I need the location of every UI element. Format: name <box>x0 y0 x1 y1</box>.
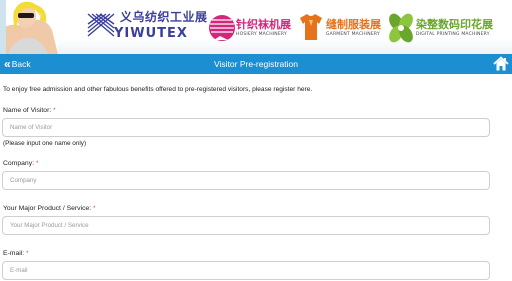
printing-expo-en: DIGITAL PRINTING MACHINERY <box>416 32 490 37</box>
company-input[interactable] <box>2 171 490 190</box>
hosiery-expo-en: HOSIERY MACHINERY <box>236 32 287 37</box>
hosiery-expo-cn: 针织袜机展 <box>236 19 291 31</box>
required-mark: * <box>93 206 96 212</box>
hosiery-sock-icon <box>209 15 235 41</box>
required-mark: * <box>35 161 39 167</box>
product-input[interactable] <box>2 216 490 235</box>
hosiery-expo-logo: 针织袜机展 HOSIERY MACHINERY <box>206 6 291 48</box>
email-input[interactable] <box>2 261 490 280</box>
header-banner: 义乌纺织工业展 YIWUTEX 针织袜机展 HOSIERY MACHINERY … <box>0 0 512 54</box>
name-hint: (Please input one name only) <box>3 140 87 147</box>
garment-expo-en: GARMENT MACHINERY <box>326 32 380 37</box>
company-label-text: Company: <box>3 160 34 167</box>
yiwutex-mark-icon <box>87 13 115 37</box>
nav-bar: « Back Visitor Pre-registration <box>0 54 512 74</box>
model-photo <box>0 0 58 54</box>
printing-expo-logo: 染整数码印花展 DIGITAL PRINTING MACHINERY <box>386 6 493 48</box>
home-icon[interactable] <box>493 56 509 72</box>
required-mark: * <box>53 108 56 114</box>
email-label: E-mail: * <box>3 250 29 257</box>
name-label: Name of Visitor: * <box>3 107 56 114</box>
name-input[interactable] <box>2 118 490 137</box>
required-mark: * <box>26 251 29 257</box>
name-label-text: Name of Visitor: <box>3 107 52 114</box>
printing-expo-cn: 染整数码印花展 <box>416 19 493 31</box>
garment-expo-cn: 缝制服装展 <box>326 19 381 31</box>
product-label: Your Major Product / Service: * <box>3 205 96 212</box>
yiwutex-logo: 义乌纺织工业展 YIWUTEX <box>84 6 207 48</box>
yiwutex-logo-en: YIWUTEX <box>114 26 188 41</box>
product-label-text: Your Major Product / Service: <box>3 205 92 212</box>
garment-shirt-icon <box>300 14 322 40</box>
garment-expo-logo: 缝制服装展 GARMENT MACHINERY <box>296 6 381 48</box>
company-label: Company: * <box>3 160 38 167</box>
intro-text: To enjoy free admission and other fabulo… <box>3 86 313 93</box>
printing-leaf-icon <box>389 13 413 43</box>
page-title: Visitor Pre-registration <box>214 59 298 69</box>
yiwutex-logo-cn: 义乌纺织工业展 <box>120 10 208 24</box>
email-label-text: E-mail: <box>3 250 25 257</box>
